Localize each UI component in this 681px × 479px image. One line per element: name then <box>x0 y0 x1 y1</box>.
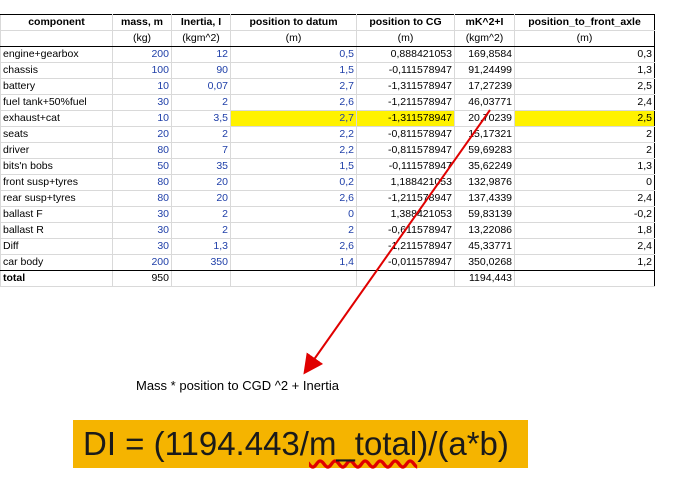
formula-mtotal: m_total <box>308 425 418 462</box>
formula-prefix: DI = (1194.443/ <box>83 425 309 462</box>
formula-box: DI = (1194.443/m_total)/(a*b) <box>73 420 528 468</box>
arrow-line <box>303 109 491 375</box>
annotation-text: Mass * position to CGD ^2 + Inertia <box>136 378 339 393</box>
formula-suffix: )/(a*b) <box>417 425 509 462</box>
formula-text: DI = (1194.443/m_total)/(a*b) <box>83 424 509 464</box>
red-arrow <box>303 109 491 375</box>
